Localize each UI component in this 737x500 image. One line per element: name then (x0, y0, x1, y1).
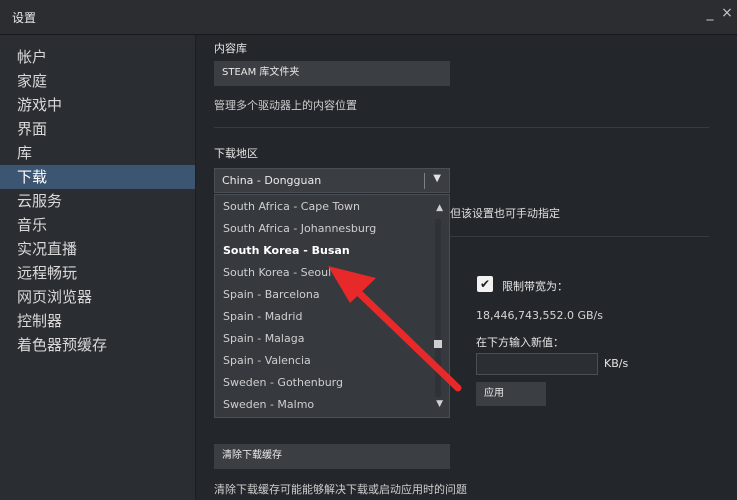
sidebar-item-remote-play[interactable]: 远程畅玩 (0, 261, 195, 285)
dropdown-option[interactable]: South Korea - Seoul (223, 266, 331, 280)
bandwidth-limit-label: 限制带宽为： (502, 280, 568, 293)
sidebar-item-web-browser[interactable]: 网页浏览器 (0, 285, 195, 309)
sidebar-item-broadcasting[interactable]: 实况直播 (0, 237, 195, 261)
sidebar-item-in-game[interactable]: 游戏中 (0, 93, 195, 117)
sidebar-item-family[interactable]: 家庭 (0, 69, 195, 93)
sidebar-nav: 帐户 家庭 游戏中 界面 库 下载 云服务 音乐 实况直播 远程畅玩 网页浏览器… (0, 35, 195, 357)
sidebar-item-shader-precache[interactable]: 着色器预缓存 (0, 333, 195, 357)
bandwidth-new-value-label: 在下方输入新值： (476, 336, 564, 349)
clear-cache-description: 清除下载缓存可能能够解决下载或启动应用时的问题 (214, 483, 467, 496)
scroll-up-icon[interactable]: ▲ (436, 203, 443, 213)
minimize-icon[interactable]: _ (703, 6, 717, 20)
sidebar-item-cloud[interactable]: 云服务 (0, 189, 195, 213)
steam-library-folders-button[interactable]: STEAM 库文件夹 (214, 61, 450, 86)
scrollbar-track[interactable] (435, 219, 441, 397)
region-hint: 但该设置也可手动指定 (450, 207, 560, 220)
bandwidth-current-value: 18,446,743,552.0 GB/s (476, 309, 603, 322)
region-dropdown-list[interactable]: South Africa - Cape Town South Africa - … (214, 194, 450, 418)
dropdown-option[interactable]: Sweden - Gothenburg (223, 376, 343, 390)
close-icon[interactable]: × (720, 6, 734, 20)
scroll-down-icon[interactable]: ▼ (436, 399, 443, 409)
apply-button[interactable]: 应用 (476, 382, 546, 406)
bandwidth-unit-label: KB/s (604, 357, 629, 370)
clear-download-cache-button[interactable]: 清除下载缓存 (214, 444, 450, 469)
dropdown-option-hovered[interactable]: South Korea - Busan (223, 244, 350, 258)
sidebar-item-music[interactable]: 音乐 (0, 213, 195, 237)
chevron-down-icon: ▼ (433, 173, 441, 184)
dropdown-option[interactable]: Spain - Malaga (223, 332, 304, 346)
download-region-select[interactable]: China - Dongguan ▼ (214, 168, 450, 193)
select-separator (424, 173, 425, 189)
sidebar-item-controller[interactable]: 控制器 (0, 309, 195, 333)
library-description: 管理多个驱动器上的内容位置 (214, 99, 357, 112)
checkmark-icon: ✔ (479, 277, 491, 291)
dropdown-option[interactable]: South Africa - Cape Town (223, 200, 360, 214)
section-divider (450, 236, 709, 237)
bandwidth-input[interactable] (476, 353, 598, 375)
dropdown-option[interactable]: Sweden - Malmo (223, 398, 314, 412)
dropdown-option[interactable]: South Africa - Johannesburg (223, 222, 376, 236)
sidebar-item-interface[interactable]: 界面 (0, 117, 195, 141)
content-library-title: 内容库 (214, 42, 247, 55)
dropdown-option[interactable]: Spain - Madrid (223, 310, 302, 324)
sidebar-item-library[interactable]: 库 (0, 141, 195, 165)
download-region-title: 下载地区 (214, 147, 258, 160)
bandwidth-limit-checkbox[interactable]: ✔ (477, 276, 493, 292)
title-bar: 设置 _ × (0, 0, 737, 35)
download-region-selected: China - Dongguan (222, 174, 322, 187)
sidebar-item-account[interactable]: 帐户 (0, 45, 195, 69)
section-divider (214, 127, 709, 128)
dropdown-option[interactable]: Spain - Barcelona (223, 288, 320, 302)
scrollbar-thumb[interactable] (434, 340, 442, 348)
dropdown-option[interactable]: Spain - Valencia (223, 354, 311, 368)
settings-sidebar: 帐户 家庭 游戏中 界面 库 下载 云服务 音乐 实况直播 远程畅玩 网页浏览器… (0, 35, 195, 500)
window-title: 设置 (12, 11, 37, 25)
sidebar-item-downloads[interactable]: 下载 (0, 165, 195, 189)
